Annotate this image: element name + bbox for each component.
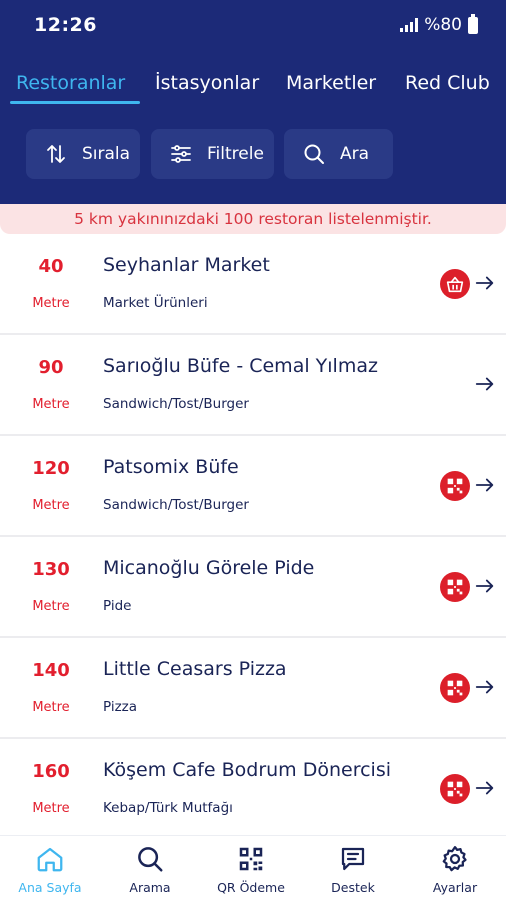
distance-value: 90 [38, 357, 64, 378]
list-item[interactable]: 130 Metre Micanoğlu Görele Pide Pide [0, 537, 506, 638]
search-button[interactable]: Ara [284, 129, 393, 179]
place-category: Sandwich/Tost/Burger [103, 497, 249, 513]
place-category: Sandwich/Tost/Burger [103, 396, 249, 412]
arrow-right-icon[interactable] [474, 777, 496, 799]
status-indicators: %80 [400, 13, 478, 35]
distance-value: 120 [32, 458, 70, 479]
tab-marketler[interactable]: Marketler [286, 72, 376, 94]
sort-button-label: Sırala [82, 144, 131, 164]
app-header: 12:26 %80 Restoranlar İstasyonlar Market… [0, 0, 506, 204]
search-icon [138, 847, 163, 872]
place-name: Micanoğlu Görele Pide [103, 557, 315, 579]
search-icon [301, 141, 327, 167]
place-category: Pizza [103, 699, 138, 715]
tab-restoranlar[interactable]: Restoranlar [16, 72, 125, 94]
nav-search[interactable]: Arama [100, 836, 200, 900]
sort-button[interactable]: Sırala [26, 129, 140, 179]
arrow-right-icon[interactable] [474, 272, 496, 294]
status-time: 12:26 [34, 14, 97, 36]
place-name: Sarıoğlu Büfe - Cemal Yılmaz [103, 355, 378, 377]
arrow-right-icon[interactable] [474, 474, 496, 496]
nav-qr-payment-label: QR Ödeme [217, 880, 285, 895]
arrow-right-icon[interactable] [474, 676, 496, 698]
arrow-right-icon[interactable] [474, 373, 496, 395]
qr-icon [440, 471, 470, 501]
results-notice: 5 km yakınınızdaki 100 restoran listelen… [0, 204, 506, 234]
active-tab-indicator [10, 101, 140, 104]
place-category: Pide [103, 598, 132, 614]
place-category: Kebap/Türk Mutfağı [103, 800, 233, 816]
place-category: Market Ürünleri [103, 295, 208, 311]
chat-icon [341, 847, 365, 871]
list-item[interactable]: 90 Metre Sarıoğlu Büfe - Cemal Yılmaz Sa… [0, 335, 506, 436]
signal-icon [400, 18, 419, 32]
place-name: Little Ceasars Pizza [103, 658, 287, 680]
battery-icon [468, 13, 478, 34]
nav-support-label: Destek [331, 880, 375, 895]
list-item[interactable]: 140 Metre Little Ceasars Pizza Pizza [0, 638, 506, 739]
nav-home-label: Ana Sayfa [18, 880, 82, 895]
qr-icon [440, 572, 470, 602]
list-item[interactable]: 40 Metre Seyhanlar Market Market Ürünler… [0, 234, 506, 335]
distance-unit: Metre [32, 296, 70, 311]
list-item[interactable]: 160 Metre Köşem Cafe Bodrum Dönercisi Ke… [0, 739, 506, 840]
home-icon [37, 847, 63, 872]
nav-home[interactable]: Ana Sayfa [0, 836, 100, 900]
sort-icon [43, 141, 69, 167]
category-tabs: Restoranlar İstasyonlar Marketler Red Cl… [0, 60, 506, 106]
distance-unit: Metre [32, 599, 70, 614]
nav-settings-label: Ayarlar [432, 880, 478, 895]
distance-value: 160 [32, 761, 70, 782]
bottom-navigation: Ana Sayfa Arama QR Ödeme Destek Ayarlar [0, 835, 506, 900]
distance-unit: Metre [32, 801, 70, 816]
nav-support[interactable]: Destek [303, 836, 403, 900]
search-button-label: Ara [340, 144, 370, 164]
distance-unit: Metre [32, 700, 70, 715]
basket-icon [440, 269, 470, 299]
arrow-right-icon[interactable] [474, 575, 496, 597]
nav-search-label: Arama [129, 880, 171, 895]
gear-icon [442, 846, 467, 872]
distance-value: 140 [32, 660, 70, 681]
place-name: Köşem Cafe Bodrum Dönercisi [103, 759, 392, 781]
nav-settings[interactable]: Ayarlar [405, 836, 505, 900]
place-name: Patsomix Büfe [103, 456, 239, 478]
place-name: Seyhanlar Market [103, 254, 270, 276]
qr-icon [440, 673, 470, 703]
distance-value: 130 [32, 559, 70, 580]
battery-percentage: %80 [424, 15, 462, 35]
distance-value: 40 [38, 256, 64, 277]
distance-unit: Metre [32, 397, 70, 412]
distance-unit: Metre [32, 498, 70, 513]
filter-button-label: Filtrele [207, 144, 264, 164]
filter-icon [168, 141, 194, 167]
list-item[interactable]: 120 Metre Patsomix Büfe Sandwich/Tost/Bu… [0, 436, 506, 537]
qr-code-icon [239, 847, 263, 871]
tab-red-club[interactable]: Red Club [405, 72, 490, 94]
status-bar: 12:26 %80 [0, 0, 506, 52]
tab-istasyonlar[interactable]: İstasyonlar [155, 72, 259, 94]
qr-icon [440, 774, 470, 804]
nav-qr-payment[interactable]: QR Ödeme [201, 836, 301, 900]
filter-button[interactable]: Filtrele [151, 129, 274, 179]
